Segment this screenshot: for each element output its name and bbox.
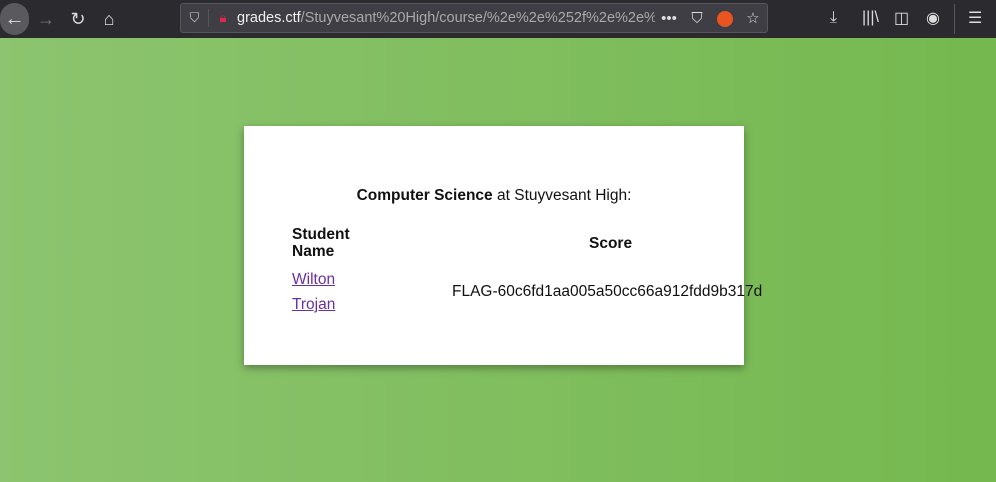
downloads-icon[interactable]: ⤓ [830,3,837,33]
more-actions-icon[interactable]: ••• [655,10,683,27]
student-link[interactable]: Trojan [292,296,335,314]
arrow-left-icon: ← [4,7,25,30]
url-path: /Stuyvesant%20High/course/%2e%2e%252f%2e… [300,10,655,26]
url-host: grades.ctf [237,10,301,26]
pocket-icon[interactable]: ⛉ [683,10,711,27]
address-bar[interactable]: ⛉ 🔒︎ grades.ctf/Stuyvesant%20High/course… [180,3,768,33]
home-button[interactable]: ⌂ [97,3,121,35]
forward-button[interactable]: → [34,3,58,35]
library-icon[interactable]: |||\ [862,3,879,33]
course-heading: Computer Science at Stuyvesant High: [244,187,744,205]
student-link[interactable]: Wilton [292,271,335,289]
ubuntu-extension-icon[interactable] [711,9,739,27]
school-name: Stuyvesant High: [514,187,632,204]
arrow-right-icon: → [37,8,55,29]
bookmark-star-icon[interactable]: ☆ [739,9,767,27]
grades-card: Computer Science at Stuyvesant High: Stu… [244,126,762,365]
heading-connector: at [492,187,515,204]
reload-icon: ↻ [70,8,86,29]
home-icon: ⌂ [103,8,115,29]
student-name-header: Student Name [292,226,350,260]
reload-button[interactable]: ↻ [66,3,90,35]
score-header: Score [589,235,633,252]
sidebar-icon[interactable]: ◫ [894,3,909,33]
menu-icon[interactable]: ☰ [968,3,982,33]
url-text[interactable]: grades.ctf/Stuyvesant%20High/course/%2e%… [237,10,655,26]
back-button[interactable]: ← [0,3,29,35]
insecure-lock-icon[interactable]: 🔒︎ [209,10,237,26]
browser-toolbar: ← → ↻ ⌂ ⛉ 🔒︎ grades.ctf/Stuyvesant%20Hig… [0,0,996,38]
toolbar-divider [954,4,955,34]
tracking-shield-icon[interactable]: ⛉ [181,9,209,27]
page-background: Computer Science at Stuyvesant High: Stu… [0,38,996,482]
course-name: Computer Science [356,187,493,204]
score-value: FLAG-60c6fd1aa005a50cc66a912fdd9b317d [452,283,763,300]
account-icon[interactable]: ◉ [926,3,940,33]
